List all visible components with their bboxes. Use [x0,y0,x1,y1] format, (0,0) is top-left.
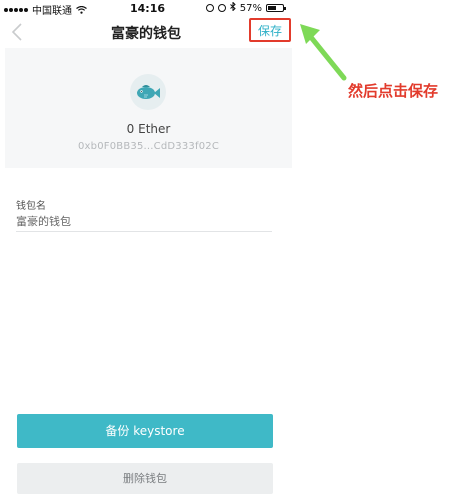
wallet-avatar [130,74,166,110]
status-time: 14:16 [130,2,166,15]
carrier-label: 中国联通 [32,6,72,17]
annotation-arrow-icon [300,24,347,81]
save-button[interactable]: 保存 [249,18,291,42]
phone-screen: 中国联通 14:16 57% 富豪的钱包 保存 0 Ether 0xb0F0BB… [0,0,292,494]
alarm-icon [217,4,226,12]
backup-keystore-button[interactable]: 备份 keystore [17,414,273,448]
fish-icon [137,85,160,99]
nav-bar: 富豪的钱包 保存 [0,16,292,48]
battery-icon [266,4,286,12]
wallet-summary-card: 0 Ether 0xb0F0BB35...CdD333f02C [5,48,292,168]
status-right: 57% [205,1,286,14]
battery-percent: 57% [239,2,262,14]
delete-wallet-button[interactable]: 删除钱包 [17,463,273,494]
annotation-text: 然后点击保存 [348,82,439,100]
wallet-balance: 0 Ether [126,122,171,136]
bluetooth-icon [229,1,236,14]
status-left: 中国联通 [4,2,87,17]
wifi-icon [76,5,87,14]
signal-icon [4,7,28,12]
orientation-lock-icon [205,4,214,12]
status-bar: 中国联通 14:16 57% [0,0,292,17]
wallet-name-input[interactable] [16,210,272,232]
wallet-address: 0xb0F0BB35...CdD333f02C [77,141,220,152]
